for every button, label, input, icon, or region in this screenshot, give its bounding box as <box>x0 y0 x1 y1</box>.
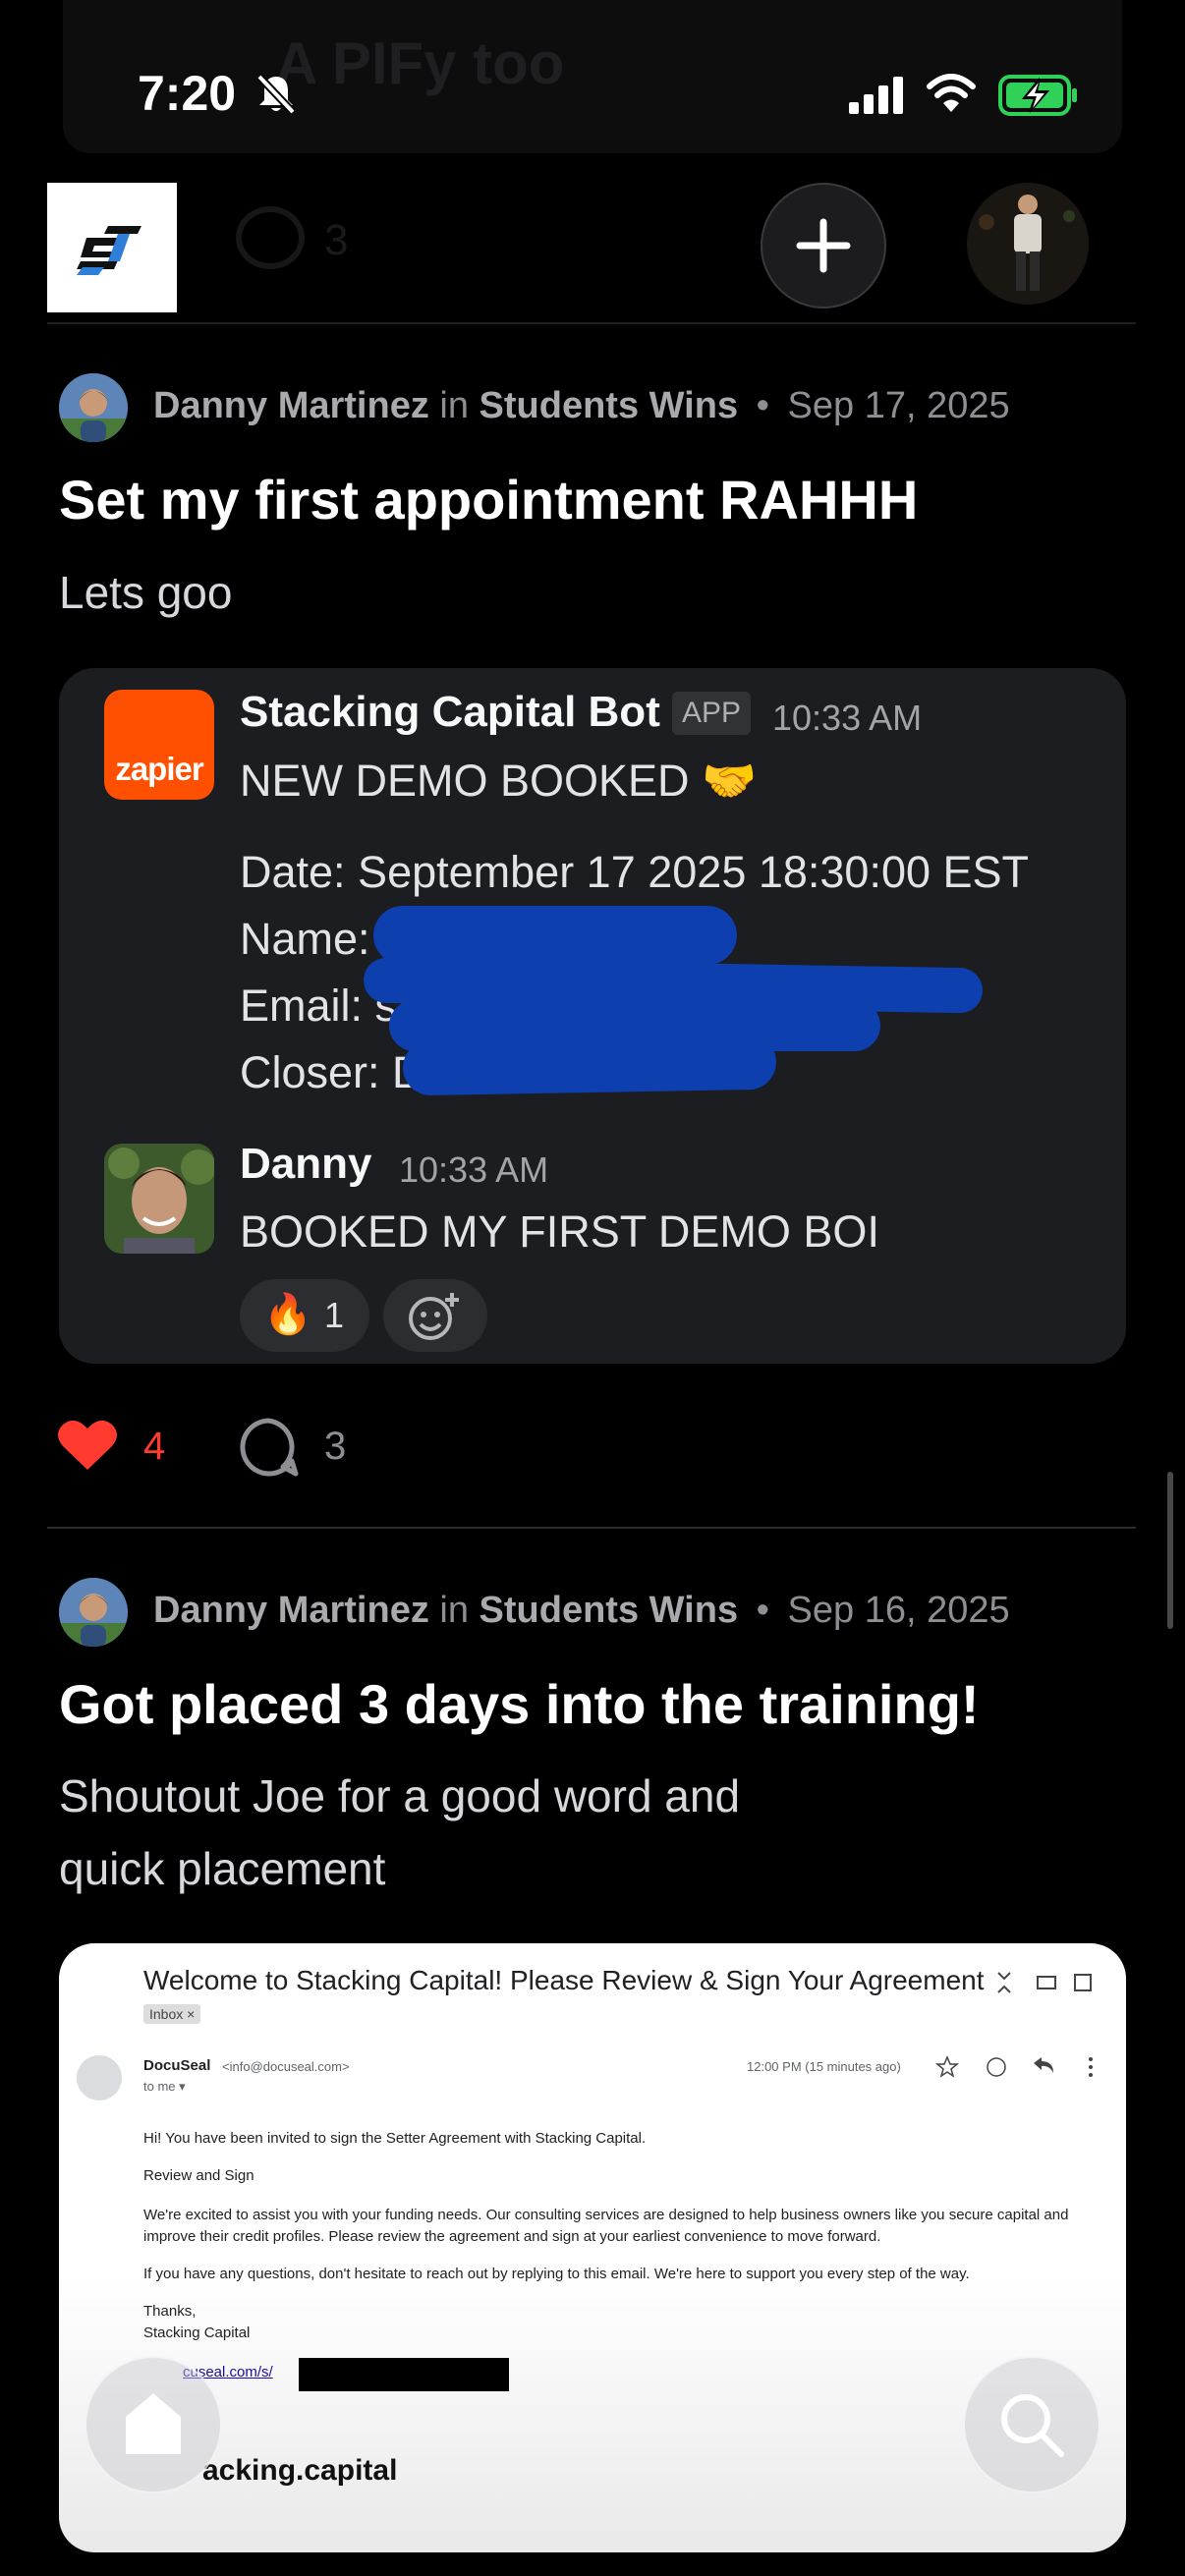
previous-post-title: A PIFy too <box>275 30 565 96</box>
post-body: Lets goo <box>59 567 233 618</box>
stacking-capital-logo-icon <box>77 226 141 275</box>
comment-icon[interactable] <box>238 1417 299 1478</box>
email-action-icons <box>934 2055 1093 2078</box>
author-name[interactable]: Danny Martinez <box>153 385 429 426</box>
post-date: Sep 17, 2025 <box>787 385 1010 426</box>
profile-avatar[interactable] <box>967 183 1089 305</box>
user-message: BOOKED MY FIRST DEMO BOI <box>240 1206 879 1257</box>
user-name: Danny <box>240 1140 372 1188</box>
email-sender: DocuSeal <box>143 2057 211 2074</box>
in-text: in <box>439 385 469 426</box>
post-divider <box>47 1527 1136 1529</box>
redaction-bar <box>299 2358 509 2391</box>
in-text: in <box>439 1590 469 1631</box>
email-line: Hi! You have been invited to sign the Se… <box>143 2130 647 2147</box>
signal-icon <box>849 77 903 114</box>
post-title[interactable]: Got placed 3 days into the training! <box>59 1672 980 1736</box>
email-line: Thanks, <box>143 2303 197 2320</box>
community-logo[interactable] <box>47 183 177 312</box>
post-title[interactable]: Set my first appointment RAHHH <box>59 468 918 532</box>
fire-emoji: 🔥 <box>263 1293 312 1336</box>
comment-count[interactable]: 3 <box>324 1425 346 1469</box>
scrollbar[interactable] <box>1167 1472 1173 1629</box>
email-line: improve their credit profiles. Please re… <box>143 2228 881 2245</box>
sender-avatar <box>77 2055 122 2100</box>
zapier-logo: zapier <box>104 690 214 800</box>
header-divider <box>47 322 1136 324</box>
search-icon <box>1001 2394 1064 2457</box>
email-recipient: to me ▾ <box>143 2079 186 2094</box>
email-sender-address: <info@docuseal.com> <box>222 2059 350 2074</box>
add-reaction <box>383 1279 487 1352</box>
email-footer: acking.capital <box>202 2454 398 2487</box>
fire-reaction: 🔥 1 <box>240 1279 369 1352</box>
bot-name: Stacking Capital Bot <box>240 688 660 736</box>
redaction-mark <box>402 1034 777 1096</box>
group-name[interactable]: Students Wins <box>480 1590 739 1631</box>
post-body-line: quick placement <box>59 1843 386 1894</box>
wifi-icon <box>927 74 976 112</box>
date-line: Date: September 17 2025 18:30:00 EST <box>240 847 1030 897</box>
group-name[interactable]: Students Wins <box>480 385 739 426</box>
closer-line: Closer: D <box>240 1047 424 1097</box>
bot-headline: NEW DEMO BOOKED 🤝 <box>240 756 758 806</box>
home-button[interactable] <box>85 2356 222 2493</box>
search-button[interactable] <box>963 2356 1100 2493</box>
home-icon <box>126 2393 181 2454</box>
email-line: We're excited to assist you with your fu… <box>143 2207 1069 2223</box>
author-name[interactable]: Danny Martinez <box>153 1590 429 1631</box>
plus-icon <box>796 218 851 273</box>
like-count[interactable]: 4 <box>143 1425 165 1469</box>
post-meta: Danny Martinez in Students Wins • Sep 17… <box>153 385 1010 427</box>
status-time: 7:20 <box>138 66 237 121</box>
email-toolbar-icons <box>997 1972 1092 1993</box>
email-subject: Welcome to Stacking Capital! Please Revi… <box>143 1965 985 1995</box>
email-line: Review and Sign <box>143 2167 254 2184</box>
meta-separator: • <box>756 1590 769 1631</box>
post-body-line: Shoutout Joe for a good word and <box>59 1770 741 1821</box>
create-post-button[interactable] <box>761 183 886 308</box>
email-line: Stacking Capital <box>143 2324 251 2341</box>
post-meta: Danny Martinez in Students Wins • Sep 16… <box>153 1590 1010 1632</box>
bot-time: 10:33 AM <box>772 698 923 738</box>
author-photo <box>59 373 128 442</box>
redaction-mark <box>373 906 737 965</box>
heart-icon[interactable] <box>57 1417 118 1472</box>
profile-photo <box>967 183 1089 305</box>
email-time: 12:00 PM (15 minutes ago) <box>747 2059 901 2074</box>
post-date: Sep 16, 2025 <box>787 1590 1010 1631</box>
danny-photo <box>104 1144 214 1254</box>
meta-separator: • <box>756 385 769 426</box>
danny-avatar <box>104 1144 214 1254</box>
author-photo <box>59 1578 128 1647</box>
author-avatar[interactable] <box>59 373 128 442</box>
inbox-tag: Inbox × <box>143 2004 201 2024</box>
zapier-logo-text: zapier <box>115 751 203 787</box>
previous-post-comment-count: 3 <box>324 216 349 264</box>
reaction-count: 1 <box>324 1295 345 1335</box>
battery-charging-icon <box>998 75 1077 116</box>
add-reaction-icon <box>409 1293 459 1340</box>
silent-mode-icon <box>256 74 296 115</box>
author-avatar[interactable] <box>59 1578 128 1647</box>
email-line: If you have any questions, don't hesitat… <box>143 2266 970 2282</box>
app-badge: APP <box>672 692 752 735</box>
previous-post-comment-icon <box>236 206 305 269</box>
user-time: 10:33 AM <box>399 1149 549 1190</box>
